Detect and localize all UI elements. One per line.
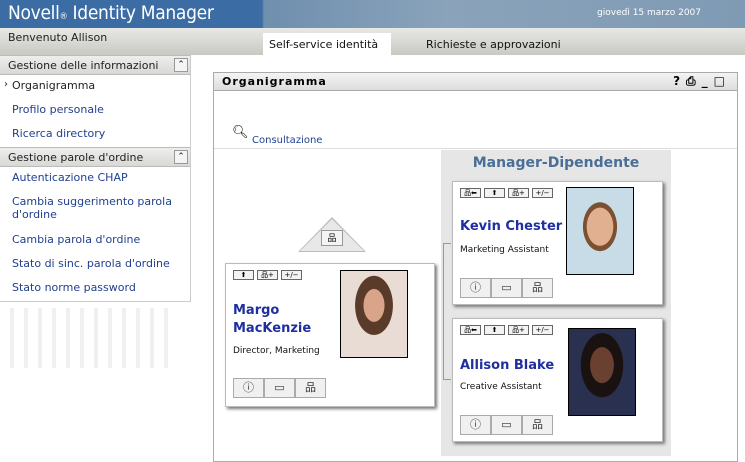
set-manager-button[interactable]: 品⬅ (460, 188, 481, 198)
sidebar-item-change-hint[interactable]: Cambia suggerimento parola d'ordine (0, 191, 190, 229)
welcome-text: Benvenuto Allison (8, 31, 108, 44)
person-role: Marketing Assistant (460, 245, 549, 255)
section-title: Gestione delle informazioni (8, 59, 159, 72)
date: giovedì 15 marzo 2007 (597, 8, 701, 18)
tab-self-service[interactable]: Self-service identità (263, 33, 391, 55)
lookup-link[interactable]: Consultazione (252, 135, 322, 146)
person-card-margo: ⬆ 品+ +/− Margo MacKenzie Director, Marketin… (225, 263, 435, 407)
expand-reports-button[interactable]: 品+ (508, 188, 529, 198)
lookup-bar: 🔍︎ Consultazione (214, 91, 737, 149)
reg-mark: ® (59, 12, 68, 22)
up-button[interactable]: ⬆ (233, 270, 254, 280)
minimize-icon[interactable]: _ (702, 74, 714, 88)
panel-title-bar: Organigramma ?⎙_□ (214, 73, 737, 91)
person-photo (568, 328, 636, 416)
maximize-icon[interactable]: □ (714, 74, 731, 88)
section-title: Gestione parole d'ordine (8, 151, 144, 164)
brand: Novell (8, 2, 60, 24)
person-name[interactable]: Kevin Chester (460, 218, 562, 236)
section-password-management[interactable]: Gestione parole d'ordine ⌃ (0, 147, 190, 167)
info-button[interactable]: ⓘ (460, 278, 491, 298)
org-chart-button[interactable]: 品 (295, 378, 326, 398)
magnifier-icon: 🔍︎ (232, 125, 249, 140)
sidebar-item-change-password[interactable]: Cambia parola d'ordine (0, 229, 190, 253)
connector-line (443, 243, 451, 380)
first-name[interactable]: Margo (233, 302, 311, 320)
sidebar-item-chap[interactable]: Autenticazione CHAP (0, 167, 190, 191)
last-name[interactable]: MacKenzie (233, 320, 311, 338)
person-photo (566, 187, 634, 275)
org-chart-button[interactable]: 品 (522, 278, 553, 298)
sidebar-item-organigramma[interactable]: Organigramma (0, 75, 190, 99)
decorative-blur (0, 308, 170, 368)
expand-reports-button[interactable]: 品+ (257, 270, 278, 280)
contact-card-button[interactable]: ▭ (491, 278, 522, 298)
set-manager-button[interactable]: 品⬅ (460, 325, 481, 335)
header-banner: Novell® Identity Manager giovedì 15 marz… (0, 0, 745, 28)
app-title: Identity Manager (72, 2, 214, 24)
toggle-button[interactable]: +/− (281, 270, 302, 280)
sidebar-item-profile[interactable]: Profilo personale (0, 99, 190, 123)
app-logo: Novell® Identity Manager (8, 2, 214, 24)
sidebar-item-sync-status[interactable]: Stato di sinc. parola d'ordine (0, 253, 190, 277)
person-name[interactable]: Allison Blake (460, 357, 554, 375)
sidebar-item-policy-status[interactable]: Stato norme password (0, 277, 190, 301)
sidebar-item-directory-search[interactable]: Ricerca directory (0, 123, 190, 147)
panel-title: Organigramma (222, 75, 327, 88)
section-info-management[interactable]: Gestione delle informazioni ⌃ (0, 55, 190, 75)
group-title: Manager-Dipendente (472, 155, 640, 171)
show-manager-button[interactable]: 品 (321, 230, 343, 246)
person-card-kevin: 品⬅ ⬆ 品+ +/− Kevin Chester Marketing Assista… (452, 181, 663, 305)
print-icon[interactable]: ⎙ (686, 74, 702, 88)
up-button[interactable]: ⬆ (484, 325, 505, 335)
up-button[interactable]: ⬆ (484, 188, 505, 198)
contact-card-button[interactable]: ▭ (491, 415, 522, 435)
expand-reports-button[interactable]: 品+ (508, 325, 529, 335)
person-role: Creative Assistant (460, 382, 542, 392)
person-card-allison: 品⬅ ⬆ 品+ +/− Allison Blake Creative Assistan… (452, 318, 663, 442)
sidebar: Gestione delle informazioni ⌃ Organigramm… (0, 55, 191, 302)
contact-card-button[interactable]: ▭ (264, 378, 295, 398)
org-chart-button[interactable]: 品 (522, 415, 553, 435)
toggle-button[interactable]: +/− (532, 188, 553, 198)
help-icon[interactable]: ? (673, 74, 686, 88)
info-button[interactable]: ⓘ (460, 415, 491, 435)
person-role: Director, Marketing (233, 346, 320, 356)
collapse-icon[interactable]: ⌃ (174, 58, 188, 72)
person-photo (340, 270, 408, 358)
collapse-icon[interactable]: ⌃ (174, 150, 188, 164)
person-name[interactable]: Margo MacKenzie (233, 302, 311, 338)
info-button[interactable]: ⓘ (233, 378, 264, 398)
toggle-button[interactable]: +/− (532, 325, 553, 335)
tab-requests[interactable]: Richieste e approvazioni (420, 33, 567, 55)
